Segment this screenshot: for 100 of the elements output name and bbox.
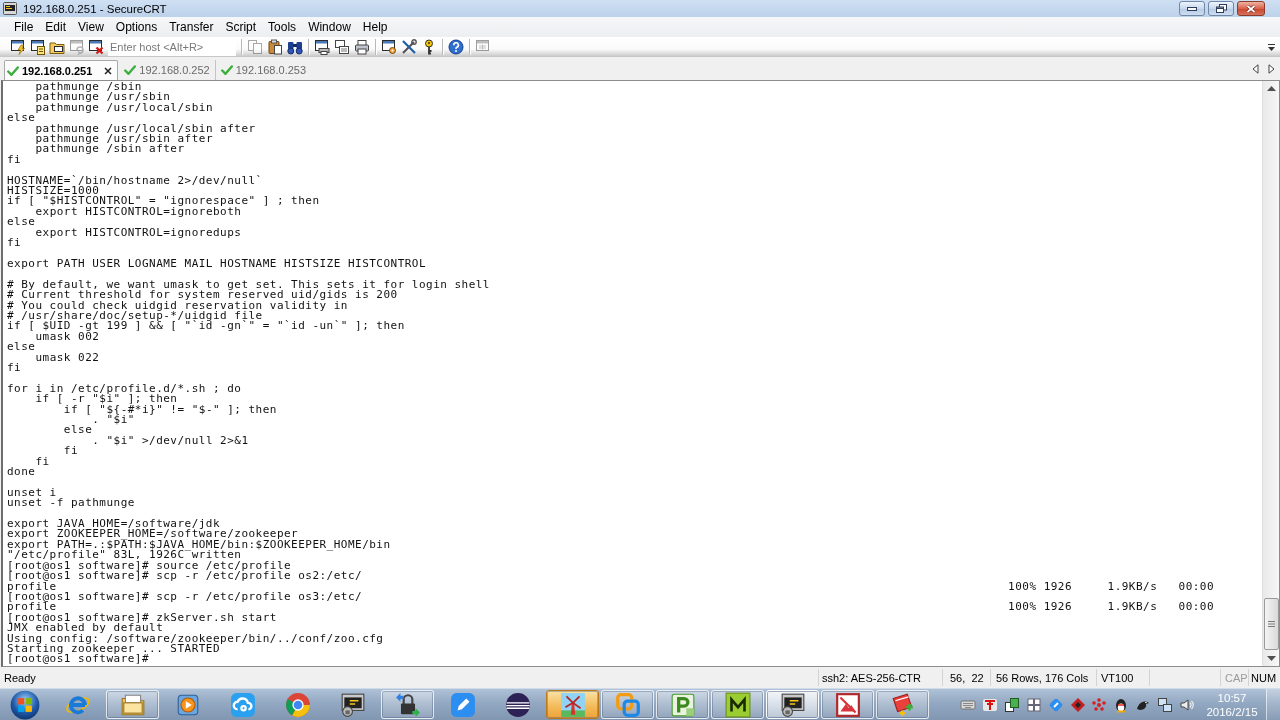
speaker-icon[interactable]	[1179, 696, 1195, 713]
terminal-line: if [ -r "$i" ]; then	[35, 394, 178, 405]
terminal-line: [root@os1 software]# scp -r /etc/profile os3:/etc/	[7, 591, 363, 603]
terminal-line: profile	[7, 602, 57, 613]
tab[interactable]: 192.168.0.251	[4, 60, 119, 80]
printer-window-icon[interactable]	[314, 39, 330, 55]
cursor-position: 56, 22	[950, 671, 984, 684]
scroll-down-arrow-icon[interactable]	[1266, 656, 1276, 661]
menu-item[interactable]: Tools	[262, 18, 303, 36]
restore-icon	[1215, 4, 1227, 13]
scroll-up-arrow-icon[interactable]	[1266, 86, 1276, 91]
overlapping-squares-icon	[614, 691, 641, 718]
menu-item[interactable]: Help	[356, 18, 394, 36]
terminal-line: pathmunge /usr/sbin	[35, 92, 171, 103]
menu-item[interactable]: View	[72, 18, 110, 36]
terminal-line: else	[7, 113, 36, 124]
status-message: Ready	[4, 671, 36, 684]
clipboard-icon[interactable]	[267, 39, 283, 55]
terminal-line: Using config: /software/zookeeper/bin/../conf/zoo.cfg	[7, 633, 384, 644]
restore-button[interactable]	[1208, 1, 1234, 16]
terminal-line: pathmunge /usr/local/sbin after	[35, 123, 256, 135]
terminal-line: Starting zookeeper ... STARTED	[7, 643, 221, 655]
scrollbar-thumb[interactable]	[1263, 598, 1279, 650]
minimize-icon	[1187, 6, 1197, 11]
terminal-line: else	[63, 425, 93, 436]
menu-item[interactable]: Options	[109, 18, 164, 36]
transfer-percent: 100%	[1008, 581, 1037, 592]
two-windows-icon[interactable]	[1003, 696, 1020, 713]
menu-item[interactable]: Edit	[39, 18, 73, 36]
windmill-icon	[559, 691, 586, 718]
tab[interactable]: 192.168.0.252	[118, 60, 215, 80]
chevron-down-icon[interactable]	[1267, 42, 1276, 52]
pen-tile-icon	[449, 691, 476, 718]
window-stack-icon[interactable]	[334, 39, 350, 55]
binoculars-icon[interactable]	[287, 39, 303, 55]
close-button[interactable]	[1237, 1, 1265, 16]
start-orb-icon	[9, 689, 40, 720]
terminal-line: # Current threshold for system reserved uid/gids is 200	[7, 290, 398, 301]
close-icon[interactable]	[104, 66, 113, 75]
terminal-line: fi	[7, 154, 22, 166]
picture-icon	[834, 691, 861, 718]
crossed-tools-icon[interactable]	[401, 39, 417, 55]
cipher-status: ssh2: AES-256-CTR	[822, 671, 922, 684]
clock-date: 2016/2/15	[1206, 704, 1258, 719]
transfer-rate: 1.9KB/s	[1107, 602, 1158, 613]
num-lock-indicator: NUM	[1251, 671, 1277, 684]
minimize-button[interactable]	[1179, 1, 1205, 16]
help-icon[interactable]	[448, 39, 464, 55]
folder-window-icon[interactable]	[49, 39, 65, 55]
padlock-arrows-icon	[394, 691, 421, 718]
terminal-line: # By default, we want umask to get set. This sets it for login shell	[7, 279, 490, 291]
terminal-line: [root@os1 software]# zkServer.sh start	[7, 612, 277, 624]
terminal-line: export PATH=.:$PATH:$JAVA_HOME/bin:$ZOOKEEPER_HOME/bin	[7, 539, 391, 551]
window-cross-icon[interactable]	[88, 39, 104, 55]
grip-lines-icon	[1267, 621, 1275, 627]
letter-p-icon	[669, 691, 696, 718]
transfer-time: 00:00	[1178, 602, 1215, 613]
terminal-line: fi	[35, 456, 50, 468]
terminal-line: fi	[7, 238, 22, 249]
terminal-line: if [ "$HISTCONTROL" = "ignorespace" ] ; then	[7, 196, 320, 207]
terminal-line: fi	[7, 362, 22, 374]
terminal-line: fi	[63, 446, 79, 457]
four-squares-icon[interactable]	[1025, 696, 1042, 713]
caps-lock-indicator: CAP	[1225, 671, 1248, 684]
terminal-line: for i in /etc/profile.d/*.sh ; do	[7, 383, 242, 395]
menu-item[interactable]: Window	[302, 18, 357, 36]
printer-icon[interactable]	[354, 39, 370, 55]
color-wheel-icon	[284, 691, 311, 718]
transfer-size: 1926	[1043, 581, 1073, 592]
triangle-left-icon[interactable]	[1252, 63, 1259, 74]
window-gear-icon[interactable]	[381, 39, 397, 55]
terminal-line: [root@os1 software]#	[7, 654, 150, 665]
striped-sphere-icon	[504, 691, 531, 718]
terminal-line: [root@os1 software]# source /etc/profile	[7, 560, 292, 572]
terminal-line: . "$i"	[92, 415, 135, 426]
terminal-line: # You could check uidgid reservation validity in	[7, 300, 348, 311]
menu-item[interactable]: Script	[219, 18, 263, 36]
scrollbar[interactable]	[1262, 81, 1279, 666]
window-note-icon[interactable]	[29, 39, 46, 55]
triangle-right-icon[interactable]	[1268, 63, 1275, 74]
window-title: 192.168.0.251 - SecureCRT	[23, 2, 167, 15]
terminal-lock-icon	[779, 691, 806, 718]
terminal-line: done	[7, 467, 36, 478]
terminal-line: pathmunge /sbin after	[35, 144, 185, 155]
menu-item[interactable]: File	[8, 18, 40, 36]
terminal-line: else	[7, 217, 36, 228]
letter-m-icon	[724, 691, 751, 718]
terminal-line: . "$i" >/dev/null 2>&1	[92, 435, 249, 447]
network-icon[interactable]	[1157, 696, 1174, 713]
t-sign-icon[interactable]	[982, 696, 998, 713]
terminal-line: export HISTCONTROL=ignoreboth	[35, 206, 242, 218]
menu-item[interactable]: Transfer	[163, 18, 220, 36]
terminal-line: export HISTCONTROL=ignoredups	[35, 227, 242, 239]
dots-cluster-icon[interactable]	[1091, 696, 1108, 713]
terminal-line: umask 022	[35, 352, 100, 363]
terminal-line: unset i	[7, 487, 57, 499]
window-bolt-icon[interactable]	[10, 39, 26, 55]
terminal-line: pathmunge /sbin	[35, 82, 142, 93]
terminal-line: unset -f pathmunge	[7, 498, 135, 509]
diamond-icon[interactable]	[1069, 696, 1086, 713]
